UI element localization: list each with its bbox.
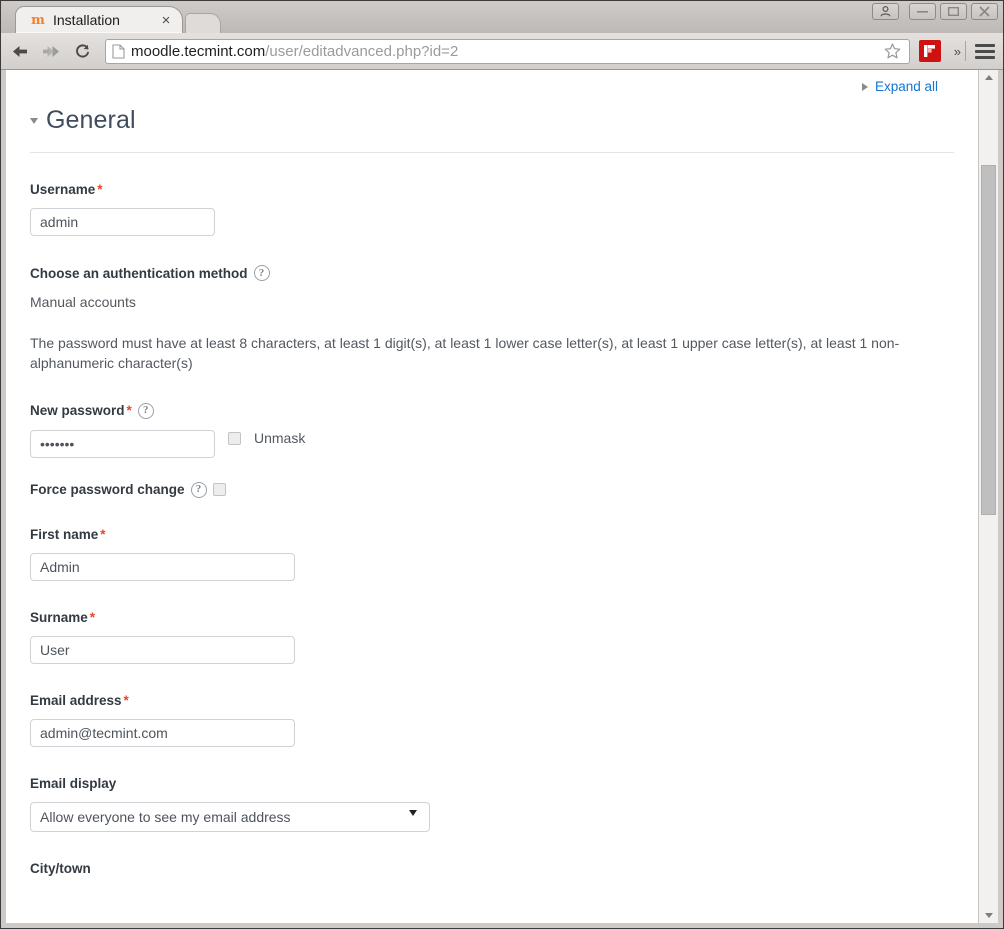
- username-label: Username*: [30, 182, 954, 197]
- unmask-checkbox[interactable]: [228, 432, 241, 445]
- email-address-input[interactable]: [30, 719, 295, 747]
- browser-tab[interactable]: m Installation ×: [15, 6, 183, 33]
- url-text: moodle.tecmint.com/user/editadvanced.php…: [131, 43, 877, 60]
- overflow-chevrons-icon[interactable]: »: [950, 41, 966, 61]
- help-icon[interactable]: ?: [254, 265, 270, 281]
- unmask-label: Unmask: [254, 430, 305, 446]
- scrollbar-track[interactable]: [979, 85, 998, 908]
- force-password-change-checkbox[interactable]: [213, 483, 226, 496]
- title-bar: m Installation ×: [1, 1, 1003, 33]
- browser-window: m Installation ×: [0, 0, 1004, 929]
- new-password-label: New password* ?: [30, 403, 954, 419]
- scrollbar-thumb[interactable]: [981, 165, 996, 515]
- field-email-address: Email address*: [30, 693, 954, 747]
- field-auth-method: Choose an authentication method ? Manual…: [30, 265, 954, 310]
- close-icon[interactable]: ×: [158, 12, 174, 28]
- email-display-select-wrap: Allow everyone to see my email address: [30, 791, 430, 832]
- field-first-name: First name*: [30, 527, 954, 581]
- minimize-button[interactable]: [909, 3, 936, 20]
- surname-input[interactable]: [30, 636, 295, 664]
- tab-title: Installation: [53, 12, 151, 28]
- field-new-password: New password* ? Unmask: [30, 403, 954, 458]
- new-tab-button[interactable]: [185, 13, 221, 33]
- expand-all-row: Expand all: [30, 70, 954, 94]
- first-name-label: First name*: [30, 527, 954, 542]
- hamburger-menu-icon[interactable]: [975, 41, 995, 61]
- help-icon[interactable]: ?: [138, 403, 154, 419]
- new-password-input[interactable]: [30, 430, 215, 458]
- section-divider: [30, 152, 954, 153]
- moodle-edit-user-page: Expand all General Username* Choose an a…: [6, 70, 978, 923]
- city-town-label-text: City/town: [30, 861, 91, 876]
- auth-method-label: Choose an authentication method ?: [30, 265, 954, 281]
- city-town-label: City/town: [30, 861, 954, 876]
- field-force-password-change: Force password change ?: [30, 482, 954, 498]
- first-name-label-text: First name: [30, 527, 98, 542]
- general-section-header[interactable]: General: [30, 106, 954, 135]
- scroll-up-arrow[interactable]: [979, 70, 998, 85]
- surname-label: Surname*: [30, 610, 954, 625]
- browser-toolbar: moodle.tecmint.com/user/editadvanced.php…: [1, 33, 1003, 70]
- field-surname: Surname*: [30, 610, 954, 664]
- force-password-change-label: Force password change ?: [30, 482, 954, 498]
- page-viewport: Expand all General Username* Choose an a…: [1, 70, 1003, 928]
- expand-all-label: Expand all: [875, 79, 938, 94]
- field-username: Username*: [30, 182, 954, 236]
- required-marker: *: [124, 693, 129, 708]
- forward-arrow-icon[interactable]: [40, 40, 62, 62]
- url-path: /user/editadvanced.php?id=2: [265, 43, 458, 60]
- email-address-label-text: Email address: [30, 693, 122, 708]
- force-password-change-label-text: Force password change: [30, 482, 185, 497]
- surname-label-text: Surname: [30, 610, 88, 625]
- field-city-town: City/town: [30, 861, 954, 876]
- username-label-text: Username: [30, 182, 95, 197]
- person-icon[interactable]: [872, 3, 899, 20]
- flipboard-extension-icon[interactable]: [919, 40, 941, 62]
- help-icon[interactable]: ?: [191, 482, 207, 498]
- auth-method-value: Manual accounts: [30, 294, 954, 310]
- star-icon[interactable]: [883, 41, 903, 61]
- chevron-down-icon: [30, 118, 38, 124]
- page-scrollbar[interactable]: [978, 70, 998, 923]
- new-password-row: Unmask: [30, 419, 954, 458]
- reload-icon[interactable]: [71, 40, 93, 62]
- scroll-down-arrow[interactable]: [979, 908, 998, 923]
- expand-all-link[interactable]: Expand all: [862, 79, 938, 94]
- password-policy-text: The password must have at least 8 charac…: [30, 334, 905, 374]
- new-password-label-text: New password: [30, 403, 125, 418]
- page-title: General: [46, 106, 136, 135]
- page-document-icon: [112, 44, 125, 59]
- moodle-m-icon: m: [30, 12, 46, 28]
- maximize-button[interactable]: [940, 3, 967, 20]
- back-arrow-icon[interactable]: [9, 40, 31, 62]
- close-button[interactable]: [971, 3, 998, 20]
- required-marker: *: [127, 403, 132, 418]
- email-display-select[interactable]: Allow everyone to see my email address: [30, 802, 430, 832]
- email-address-label: Email address*: [30, 693, 954, 708]
- required-marker: *: [97, 182, 102, 197]
- field-email-display: Email display Allow everyone to see my e…: [30, 776, 954, 832]
- required-marker: *: [90, 610, 95, 625]
- email-display-label-text: Email display: [30, 776, 116, 791]
- chevron-right-icon: [862, 83, 868, 91]
- url-host: moodle.tecmint.com: [131, 43, 265, 60]
- required-marker: *: [100, 527, 105, 542]
- auth-method-label-text: Choose an authentication method: [30, 266, 248, 281]
- url-bar[interactable]: moodle.tecmint.com/user/editadvanced.php…: [105, 39, 910, 64]
- first-name-input[interactable]: [30, 553, 295, 581]
- username-input[interactable]: [30, 208, 215, 236]
- window-controls: [872, 3, 998, 20]
- email-display-label: Email display: [30, 776, 954, 791]
